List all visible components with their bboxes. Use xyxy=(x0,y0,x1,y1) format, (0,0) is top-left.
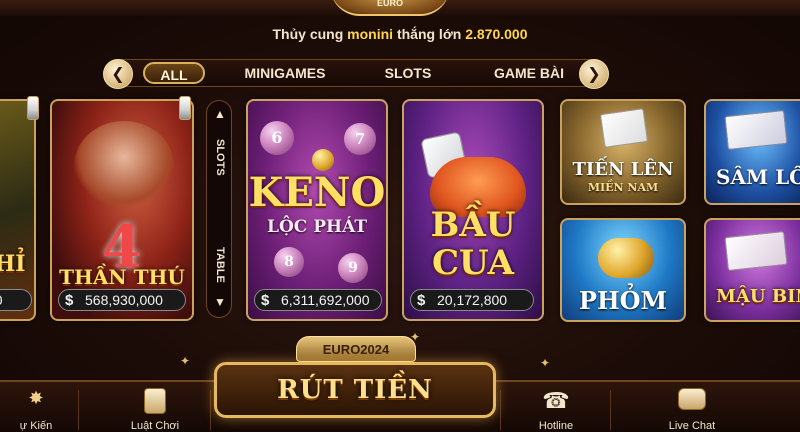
keno-jackpot-value: 6,311,692,000 xyxy=(281,292,370,308)
sparkle-icon: ✦ xyxy=(180,354,191,368)
nav-divider xyxy=(210,390,211,430)
bau-cua-title-1: BẦU xyxy=(430,205,516,245)
nav-live-chat-label: Live Chat xyxy=(668,420,716,432)
keno-ball: 6 xyxy=(260,121,294,155)
than-thu-jackpot: $ 568,930,000 xyxy=(58,289,186,311)
nav-hotline[interactable]: ☎ Hotline xyxy=(514,382,598,432)
game-card-tien-len[interactable]: TIẾN LÊN MIỀN NAM xyxy=(560,99,686,205)
withdraw-label: RÚT TIỀN xyxy=(277,375,433,405)
keno-ball: 9 xyxy=(338,253,368,283)
playing-card-art xyxy=(724,230,788,272)
filter-table[interactable]: TABLE xyxy=(207,235,233,295)
nav-divider xyxy=(78,390,79,430)
withdraw-button[interactable]: RÚT TIỀN xyxy=(214,362,496,418)
dollar-icon: $ xyxy=(417,291,426,309)
tab-minigames[interactable]: MINIGAMES xyxy=(233,62,337,84)
keno-title: KENO xyxy=(248,169,386,216)
category-tabs: ❮ ALL MINIGAMES SLOTS GAME BÀI ❯ xyxy=(103,59,609,89)
bau-cua-jackpot-value: 20,172,800 xyxy=(437,292,508,308)
keno-jackpot: $ 6,311,692,000 xyxy=(254,289,382,311)
tien-len-title: TIẾN LÊN xyxy=(572,159,674,180)
game-card-sam-loc[interactable]: SÂM LỐ xyxy=(704,99,800,205)
bau-cua-jackpot: $ 20,172,800 xyxy=(410,289,534,311)
keno-subtitle: LỘC PHÁT xyxy=(267,217,367,237)
chat-bubbles-icon xyxy=(678,388,706,410)
keno-ball: 7 xyxy=(344,123,376,155)
tab-game-bai[interactable]: GAME BÀI xyxy=(487,62,571,84)
nav-divider xyxy=(500,390,501,430)
hot-badge xyxy=(179,96,191,120)
game-card-bau-cua[interactable]: BẦU CUA $ 20,172,800 xyxy=(402,99,544,321)
coin-pile-art xyxy=(598,238,654,278)
bau-cua-title-2: CUA xyxy=(431,243,515,283)
nav-luat-choi-label: Luật Chơi xyxy=(130,420,180,432)
tabs-prev-button[interactable]: ❮ xyxy=(103,59,133,89)
nav-luat-choi[interactable]: Luật Chơi xyxy=(112,382,198,432)
tab-all[interactable]: ALL xyxy=(143,62,205,84)
game-card-keno[interactable]: 6 7 KENO LỘC PHÁT 8 9 $ 6,311,692,000 xyxy=(246,99,388,321)
game-card-partial-left[interactable]: HỈ 00 xyxy=(0,99,36,321)
lobby-screen: EURO Thủy cung monini thắng lớn 2.870.00… xyxy=(0,0,800,432)
slots-table-filter: ▲ SLOTS TABLE ▼ xyxy=(206,100,232,318)
notice-prefix: Thủy cung xyxy=(272,26,344,42)
partial-card-title: HỈ xyxy=(0,251,26,277)
party-popper-icon: ✸ xyxy=(28,388,44,408)
nav-divider xyxy=(610,390,611,430)
notice-amount: 2.870.000 xyxy=(465,26,528,42)
triangle-up-icon[interactable]: ▲ xyxy=(207,107,233,121)
chevron-right-icon: ❯ xyxy=(587,66,601,83)
nav-su-kien-label: ự Kiến xyxy=(19,420,53,432)
notice-middle: thắng lớn xyxy=(396,26,462,42)
win-notice: Thủy cung monini thắng lớn 2.870.000 xyxy=(0,26,800,46)
medallion-text: EURO xyxy=(376,0,403,8)
telephone-icon: ☎ xyxy=(542,388,570,413)
tien-len-subtitle: MIỀN NAM xyxy=(587,181,659,194)
phom-title: PHỎM xyxy=(578,286,668,315)
game-card-phom[interactable]: PHỎM xyxy=(560,218,686,322)
notice-user: monini xyxy=(347,26,394,42)
partial-jackpot-value: 00 xyxy=(0,292,3,308)
dragon-art xyxy=(74,121,174,211)
mau-binh-title: MẬU BIN xyxy=(716,286,800,307)
playing-card-art xyxy=(724,109,788,151)
triangle-down-icon[interactable]: ▼ xyxy=(207,295,233,309)
chevron-left-icon: ❮ xyxy=(111,66,125,83)
rulebook-icon xyxy=(144,388,166,414)
sam-loc-title: SÂM LỐ xyxy=(716,165,800,189)
hot-badge xyxy=(27,96,39,120)
tab-slots[interactable]: SLOTS xyxy=(373,62,443,84)
game-card-mau-binh[interactable]: MẬU BIN xyxy=(704,218,800,322)
dollar-icon: $ xyxy=(261,291,270,309)
keno-ball: 8 xyxy=(274,247,304,277)
game-card-than-thu[interactable]: 4 THẦN THÚ $ 568,930,000 xyxy=(50,99,194,321)
filter-slots[interactable]: SLOTS xyxy=(207,127,233,187)
tabs-next-button[interactable]: ❯ xyxy=(579,59,609,89)
gold-coin xyxy=(312,149,334,171)
nav-hotline-label: Hotline xyxy=(538,420,574,432)
than-thu-jackpot-value: 568,930,000 xyxy=(85,292,163,308)
sparkle-icon: ✦ xyxy=(540,356,551,370)
playing-card-art xyxy=(599,108,649,148)
than-thu-title: THẦN THÚ xyxy=(59,265,185,289)
dollar-icon: $ xyxy=(65,291,74,309)
nav-su-kien[interactable]: ✸ ự Kiến xyxy=(0,382,72,432)
nav-live-chat[interactable]: Live Chat xyxy=(644,382,740,432)
partial-jackpot: 00 xyxy=(0,289,32,311)
euro-2024-badge: EURO2024 xyxy=(296,336,416,362)
